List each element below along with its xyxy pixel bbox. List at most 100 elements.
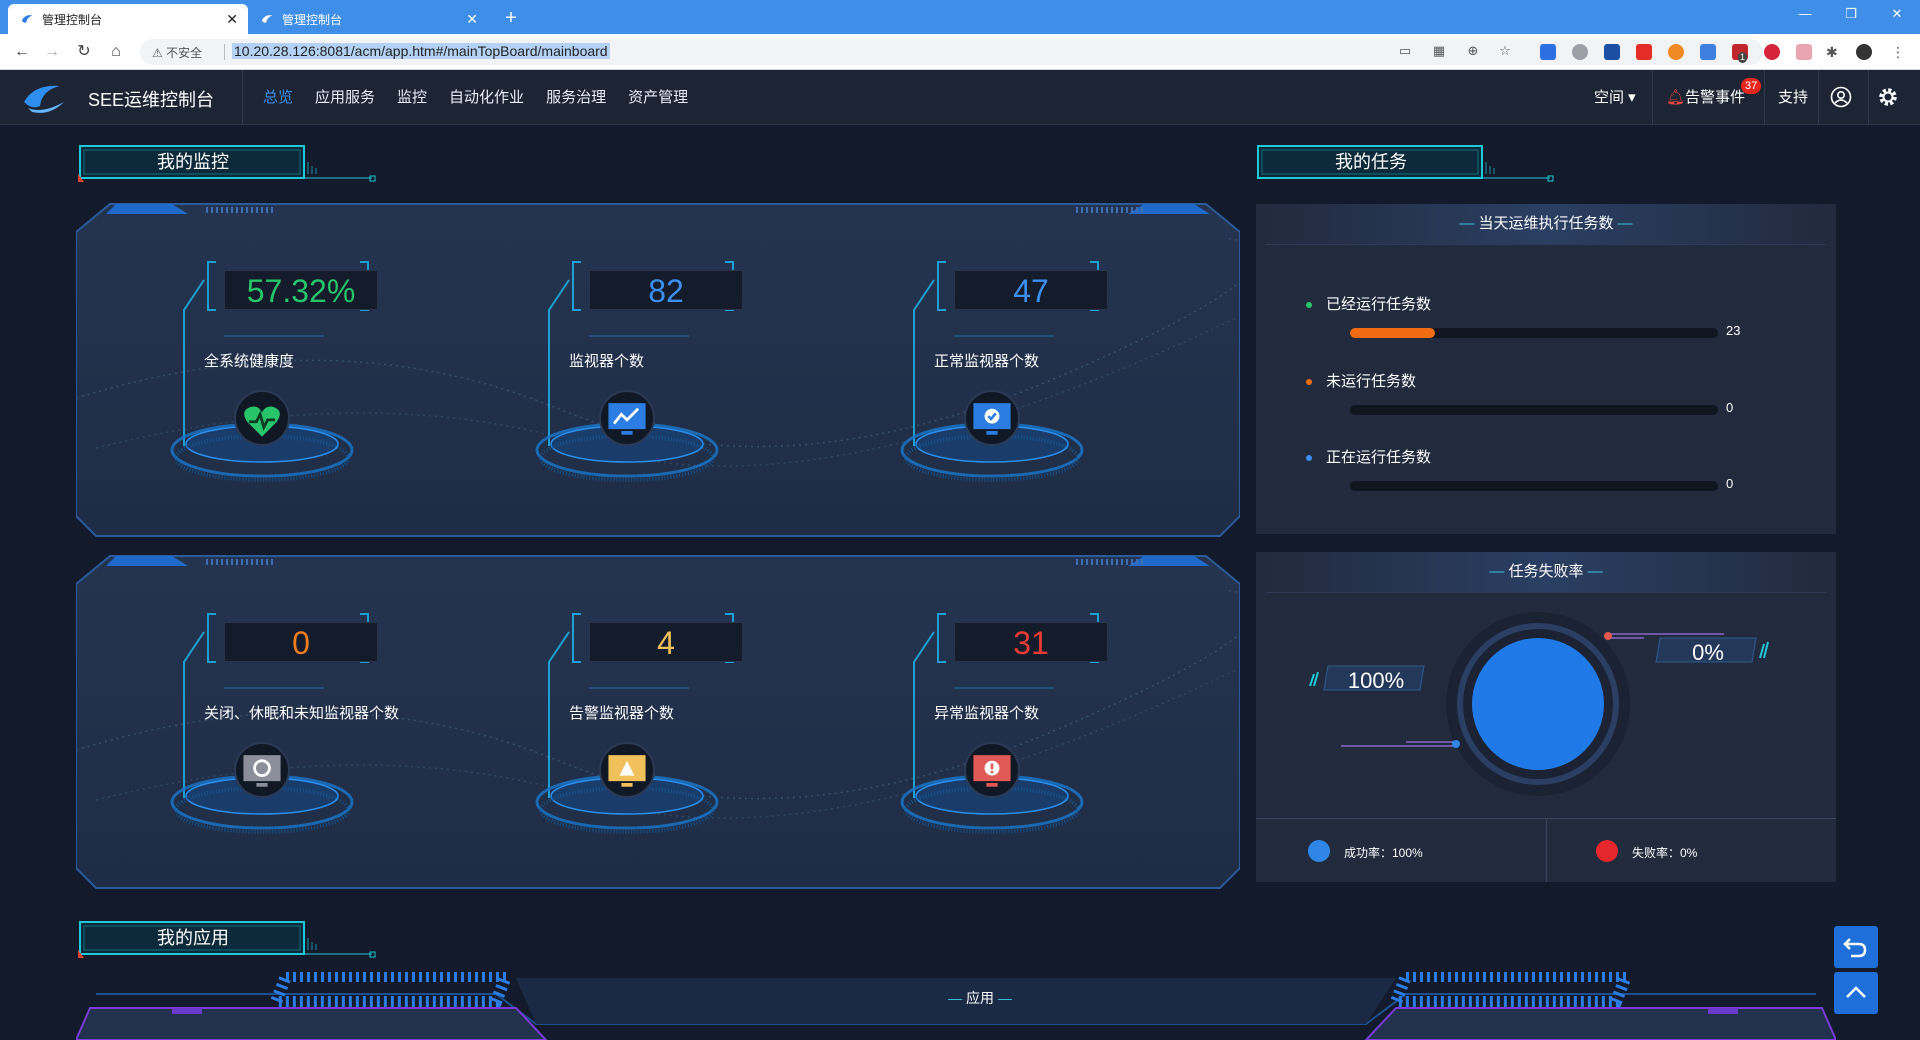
failure-rate-header: — 任务失败率 — [1256,552,1836,592]
reload-icon[interactable]: ↻ [72,40,96,64]
app-favicon-icon [261,15,273,23]
stat-value[interactable]: 47 [954,270,1108,310]
security-label: 不安全 [166,46,203,60]
success-pct-label: 100% [1347,668,1405,693]
heart-pulse-icon[interactable] [234,390,290,446]
support-link[interactable]: 支持 [1778,70,1808,125]
restore-icon[interactable]: ❐ [1828,0,1874,30]
qr-code-icon[interactable]: ▦ [1430,43,1448,61]
fail-pct-label: 0% [1692,640,1724,665]
task-row-value: 0 [1726,400,1734,415]
bell-icon: 🔔︎ [1666,89,1686,106]
extension-icon[interactable]: 1 [1732,44,1748,63]
browser-tab-bar: 管理控制台 ✕ 管理控制台 ✕ + — ❐ ✕ [0,0,1920,34]
stat-value[interactable]: 0 [224,622,378,662]
task-row-label: 正在运行任务数 [1326,449,1432,466]
app-title[interactable]: SEE运维控制台 [88,86,214,112]
stat-value[interactable]: 4 [589,622,743,662]
today-tasks-card: — 当天运维执行任务数 — 已经运行任务数 23 未运行任务数 0 正在运行任务… [1256,204,1836,534]
tab-close-icon[interactable]: ✕ [466,11,478,28]
task-progress-track [1350,328,1718,338]
extension-icon[interactable] [1636,44,1652,60]
monitor-off-icon[interactable] [234,742,290,798]
card-header-label: 任务失败率 [1508,563,1584,580]
security-indicator[interactable]: ⚠ 不安全 [152,44,202,61]
nav-monitoring[interactable]: 监控 [386,70,438,125]
alarm-label: 告警事件 [1685,89,1746,106]
browser-toolbar: ← → ↻ ⌂ ⚠ 不安全 10.20.28.126:8081/acm/app.… [0,34,1920,70]
user-icon[interactable] [1830,86,1852,108]
browser-menu-icon[interactable]: ⋮ [1890,44,1906,60]
bookmark-star-icon[interactable]: ☆ [1496,43,1514,61]
tab-close-icon[interactable]: ✕ [226,11,238,28]
minimize-icon[interactable]: — [1782,0,1828,30]
address-bar[interactable]: ⚠ 不安全 10.20.28.126:8081/acm/app.htm#/mai… [140,39,1763,65]
task-progress-track [1350,481,1718,491]
section-title-label: 我的应用 [157,928,229,948]
undo-arrow-icon [1843,938,1867,958]
extension-icon[interactable] [1668,44,1684,60]
nav-service-governance[interactable]: 服务治理 [535,70,617,125]
zoom-icon[interactable]: ⊕ [1464,43,1482,61]
back-icon[interactable]: ← [10,40,34,64]
header-divider [1868,70,1869,125]
stat-value[interactable]: 31 [954,622,1108,662]
header-divider [1652,70,1653,125]
space-dropdown[interactable]: 空间 ▾ [1594,70,1636,125]
stat-value-box: 4 [577,614,745,668]
monitor-chart-icon[interactable] [599,390,655,446]
monitor-check-icon[interactable] [964,390,1020,446]
header-divider [242,70,243,125]
stat-value-box: 31 [942,614,1110,668]
failure-rate-gauge [1309,612,1769,796]
home-icon[interactable]: ⌂ [104,40,128,64]
app-favicon-icon [21,15,33,23]
nav-app-services[interactable]: 应用服务 [304,70,386,125]
task-row-label: 未运行任务数 [1326,373,1417,390]
app-logo-icon[interactable] [20,80,68,116]
stat-value-box: 82 [577,262,745,316]
extension-icon[interactable] [1604,44,1620,60]
extension-icon[interactable] [1700,44,1716,60]
task-failure-card: — 任务失败率 — 100% 0% 成功率：100% 失败率：0% [1256,552,1836,882]
chevron-up-icon [1846,986,1866,998]
profile-avatar-icon[interactable] [1856,44,1872,60]
extension-icon[interactable] [1540,44,1556,60]
extension-icon[interactable] [1796,44,1812,60]
legend-divider [1546,818,1547,882]
url-text[interactable]: 10.20.28.126:8081/acm/app.htm#/mainTopBo… [232,43,610,59]
forward-icon[interactable]: → [40,40,64,64]
fail-legend-label: 失败率：0% [1632,846,1698,860]
task-row-value: 23 [1726,323,1741,338]
task-row-label: 已经运行任务数 [1326,296,1432,313]
new-tab-button[interactable]: + [498,6,524,32]
browser-tab-2[interactable]: 管理控制台 ✕ [248,4,488,34]
stat-value[interactable]: 82 [589,270,743,310]
app-header: SEE运维控制台 总览 应用服务 监控 自动化作业 服务治理 资产管理 空间 ▾… [0,70,1920,125]
apps-section-title: 我的应用 [78,918,378,960]
settings-gear-icon[interactable] [1877,86,1899,108]
back-floating-button[interactable] [1834,926,1878,968]
cast-icon[interactable]: ▭ [1396,43,1414,61]
extension-icon[interactable] [1764,44,1780,60]
extension-icon[interactable] [1572,44,1588,60]
header-divider [1764,70,1765,125]
alarm-count-badge: 37 [1741,78,1762,94]
status-dot [1306,302,1312,308]
success-legend-dot [1308,840,1330,862]
stat-value-box: 0 [212,614,380,668]
monitor-warning-icon[interactable] [599,742,655,798]
nav-asset-management[interactable]: 资产管理 [617,70,699,125]
close-window-icon[interactable]: ✕ [1874,0,1920,30]
nav-automation[interactable]: 自动化作业 [438,70,535,125]
scroll-to-top-button[interactable] [1834,972,1878,1014]
nav-overview[interactable]: 总览 [252,70,304,125]
status-dot [1306,455,1312,461]
browser-tab-1[interactable]: 管理控制台 ✕ [8,4,248,34]
section-title-label: 我的监控 [157,152,229,172]
puzzle-extensions-icon[interactable]: ✱ [1826,44,1842,60]
alarm-events-button[interactable]: 🔔︎告警事件 [1666,70,1745,125]
stat-value[interactable]: 57.32% [224,270,378,310]
monitor-error-icon[interactable] [964,742,1020,798]
stat-label: 正常监视器个数 [934,353,1040,370]
